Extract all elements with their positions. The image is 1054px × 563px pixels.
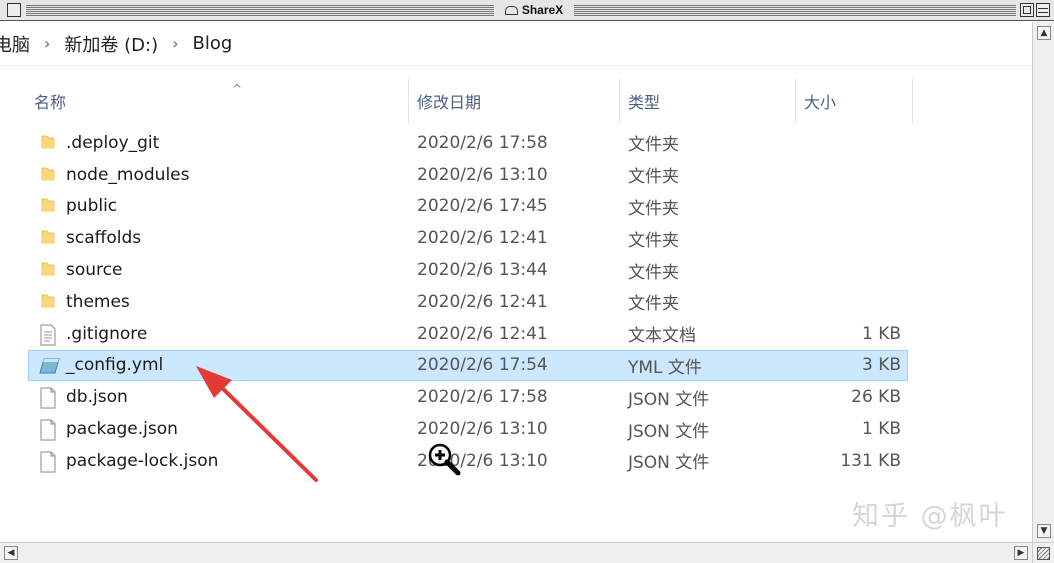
file-type: 文件夹: [628, 294, 679, 315]
file-modified-date: 2020/2/6 12:41: [417, 323, 548, 344]
file-name: db.json: [66, 387, 128, 408]
file-size: 1 KB: [861, 419, 901, 440]
folder-icon: [39, 260, 57, 280]
file-row[interactable]: scaffolds 2020/2/6 12:41 文件夹: [28, 222, 908, 254]
file-modified-date: 2020/2/6 12:41: [417, 291, 548, 312]
file-type: 文件夹: [628, 167, 679, 188]
scroll-up-arrow-icon[interactable]: ▲: [1037, 26, 1051, 40]
file-modified-date: 2020/2/6 17:54: [417, 355, 548, 376]
breadcrumb-item-drive[interactable]: 新加卷 (D:): [62, 31, 160, 57]
yml-file-icon: [39, 355, 60, 375]
file-row[interactable]: package-lock.json 2020/2/6 13:10 JSON 文件 13…: [28, 445, 908, 477]
file-list: .deploy_git 2020/2/6 17:58 文件夹 node_modules…: [28, 127, 908, 477]
text-document-icon: [39, 324, 57, 346]
file-row[interactable]: db.json 2020/2/6 17:58 JSON 文件 26 KB: [28, 381, 908, 413]
file-type: 文件夹: [628, 230, 679, 251]
file-name: scaffolds: [66, 228, 142, 249]
file-name: themes: [66, 291, 130, 312]
file-name: _config.yml: [66, 355, 164, 376]
file-row[interactable]: node_modules 2020/2/6 13:10 文件夹: [28, 159, 908, 191]
sharex-icon: [504, 5, 518, 15]
file-row[interactable]: source 2020/2/6 13:44 文件夹: [28, 254, 908, 286]
file-type: YML 文件: [628, 357, 702, 378]
file-modified-date: 2020/2/6 13:10: [417, 164, 548, 185]
file-name: package.json: [66, 419, 178, 440]
folder-icon: [39, 133, 57, 153]
file-modified-date: 2020/2/6 13:10: [417, 419, 548, 440]
column-header-name-label: 名称: [34, 93, 67, 112]
close-box[interactable]: [7, 3, 21, 17]
title-bar-stripes: [574, 4, 1016, 16]
file-row[interactable]: .deploy_git 2020/2/6 17:58 文件夹: [28, 127, 908, 159]
file-size: 3 KB: [861, 355, 901, 376]
window-title-label: ShareX: [521, 3, 564, 17]
column-header-date[interactable]: 修改日期: [408, 78, 619, 124]
folder-icon: [39, 165, 57, 185]
file-type: JSON 文件: [628, 389, 710, 410]
file-type: JSON 文件: [628, 421, 710, 442]
file-name: .gitignore: [66, 323, 148, 344]
file-modified-date: 2020/2/6 17:45: [417, 196, 548, 217]
collapse-box[interactable]: [1036, 3, 1050, 17]
chevron-right-icon[interactable]: ›: [160, 34, 190, 53]
file-name: node_modules: [66, 164, 190, 185]
vertical-scrollbar[interactable]: ▲ ▼: [1032, 22, 1054, 542]
title-bar-stripes: [26, 4, 494, 16]
folder-icon: [39, 228, 57, 248]
breadcrumb-item-blog[interactable]: Blog: [191, 33, 235, 54]
file-row[interactable]: themes 2020/2/6 12:41 文件夹: [28, 286, 908, 318]
file-modified-date: 2020/2/6 17:58: [417, 132, 548, 153]
file-modified-date: 2020/2/6 13:44: [417, 260, 548, 281]
file-type: JSON 文件: [628, 453, 710, 474]
file-type: 文本文档: [628, 326, 696, 347]
window-title: ShareX: [494, 1, 574, 19]
horizontal-scrollbar[interactable]: ◀ ▶: [0, 542, 1032, 563]
file-type: 文件夹: [628, 198, 679, 219]
file-icon: [39, 451, 57, 473]
file-size: 131 KB: [840, 450, 901, 471]
file-size: 26 KB: [851, 387, 901, 408]
file-row[interactable]: .gitignore 2020/2/6 12:41 文本文档 1 KB: [28, 318, 908, 350]
folder-icon: [39, 196, 57, 216]
scroll-right-arrow-icon[interactable]: ▶: [1014, 546, 1028, 560]
breadcrumb: 电脑 › 新加卷 (D:) › Blog: [0, 22, 1032, 66]
chevron-right-icon[interactable]: ›: [32, 34, 62, 53]
file-name: package-lock.json: [66, 450, 219, 471]
window-title-bar[interactable]: ShareX: [0, 0, 1054, 21]
column-header-type[interactable]: 类型: [619, 78, 795, 124]
file-icon: [39, 387, 57, 409]
column-header-size[interactable]: 大小: [795, 78, 913, 124]
file-icon: [39, 419, 57, 441]
sort-ascending-icon: ^: [232, 82, 243, 96]
column-header-name[interactable]: 名称 ^: [26, 78, 408, 124]
file-row[interactable]: _config.yml 2020/2/6 17:54 YML 文件 3 KB: [28, 349, 908, 382]
column-headers: 名称 ^ 修改日期 类型 大小: [0, 70, 1032, 124]
file-size: 1 KB: [861, 323, 901, 344]
zoom-box[interactable]: [1020, 3, 1034, 17]
file-name: .deploy_git: [66, 132, 160, 153]
file-type: 文件夹: [628, 262, 679, 283]
folder-icon: [39, 292, 57, 312]
file-modified-date: 2020/2/6 12:41: [417, 228, 548, 249]
zoom-in-cursor-icon: [428, 443, 461, 476]
watermark: 知乎 @枫叶: [852, 501, 1008, 532]
scroll-down-arrow-icon[interactable]: ▼: [1037, 524, 1051, 538]
scroll-left-arrow-icon[interactable]: ◀: [4, 546, 18, 560]
file-row[interactable]: public 2020/2/6 17:45 文件夹: [28, 191, 908, 223]
file-name: source: [66, 260, 123, 281]
resize-grip[interactable]: [1032, 542, 1054, 563]
file-name: public: [66, 196, 118, 217]
file-modified-date: 2020/2/6 17:58: [417, 387, 548, 408]
breadcrumb-item-computer[interactable]: 电脑: [0, 31, 32, 57]
file-type: 文件夹: [628, 135, 679, 156]
file-row[interactable]: package.json 2020/2/6 13:10 JSON 文件 1 KB: [28, 413, 908, 445]
